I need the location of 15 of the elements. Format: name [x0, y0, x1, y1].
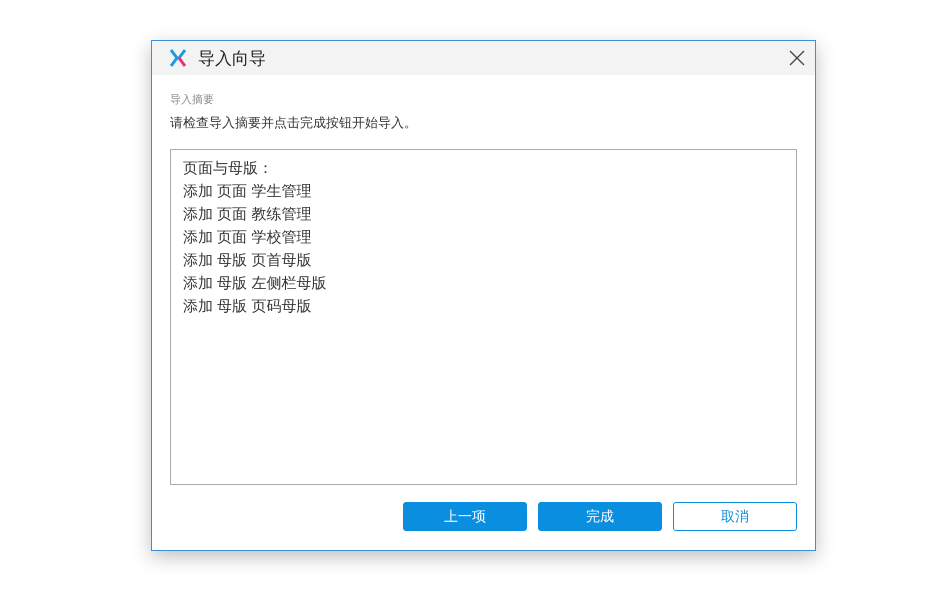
close-icon[interactable]	[789, 50, 805, 66]
summary-line: 添加 母版 页码母版	[183, 297, 312, 317]
window-title: 导入向导	[198, 48, 267, 70]
logo-icon	[170, 49, 186, 67]
summary-line: 添加 母版 页首母版	[183, 251, 312, 271]
primary-button[interactable]: 完成	[538, 502, 662, 531]
primary-button[interactable]: 上一项	[403, 502, 527, 531]
section-label: 导入摘要	[170, 92, 215, 108]
secondary-button[interactable]: 取消	[673, 502, 797, 531]
summary-line: 添加 母版 左侧栏母版	[183, 274, 326, 294]
instruction-text: 请检查导入摘要并点击完成按钮开始导入。	[170, 114, 418, 132]
summary-line: 添加 页面 教练管理	[183, 205, 312, 225]
summary-line: 添加 页面 学校管理	[183, 228, 312, 248]
summary-line: 页面与母版：	[183, 159, 273, 179]
summary-line: 添加 页面 学生管理	[183, 182, 312, 202]
